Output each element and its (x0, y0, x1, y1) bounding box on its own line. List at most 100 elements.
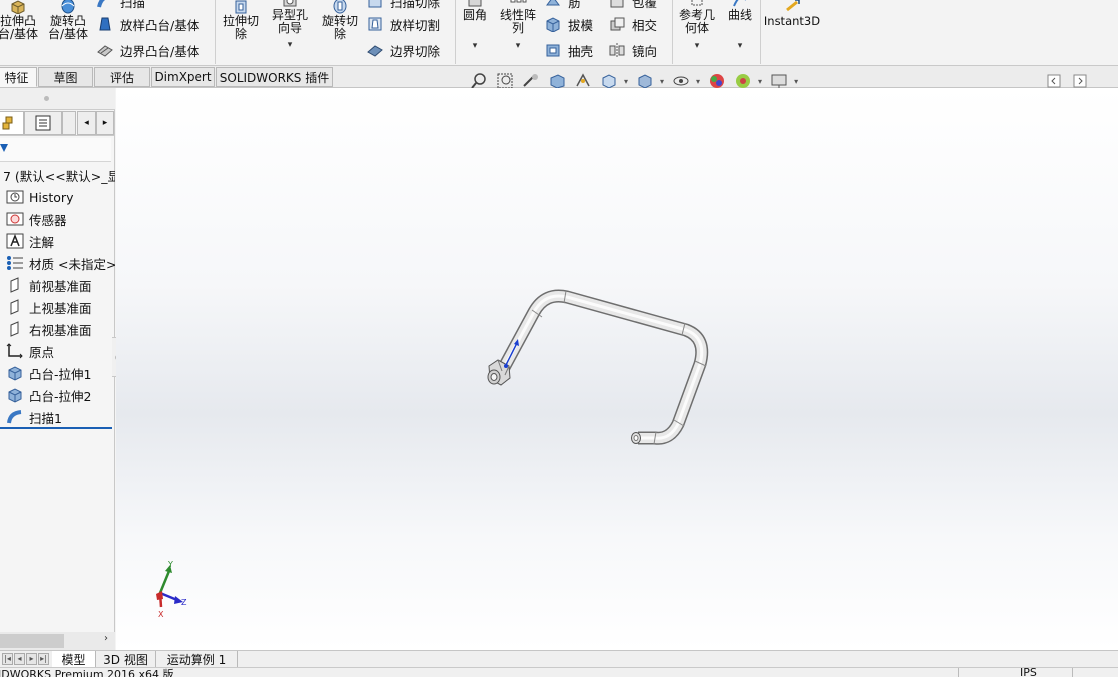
sensor-icon (6, 212, 24, 226)
tab-sketch[interactable]: 草图 (38, 67, 93, 87)
boundary-boss-label: 边界凸台/基体 (120, 43, 200, 59)
scrollbar-thumb[interactable] (0, 634, 64, 648)
tree-root-part[interactable]: 7 (默认<<默认>_显 (0, 164, 115, 186)
triad-origin (156, 591, 163, 600)
fillet-button[interactable]: 圆角 ▾ (457, 0, 493, 53)
wrap-button[interactable]: 包覆 (608, 0, 657, 11)
apply-scene-dropdown-icon[interactable]: ▾ (758, 77, 762, 86)
draft-label: 拔模 (568, 17, 594, 33)
tree-item-right-plane[interactable]: 右视基准面 (0, 318, 115, 340)
last-tab-icon[interactable]: ▸| (38, 653, 49, 665)
tree-item-history[interactable]: History (0, 186, 115, 208)
tree-item-sweep1[interactable]: 扫描1 (0, 406, 115, 428)
tab-evaluate[interactable]: 评估 (94, 67, 150, 87)
config-manager-tab[interactable] (62, 111, 76, 135)
status-units[interactable]: IPS (1020, 668, 1037, 677)
boundary-cut-button[interactable]: 边界切除 (366, 40, 440, 60)
hole-wizard-dropdown-icon[interactable]: ▾ (288, 39, 293, 52)
next-tab-icon[interactable]: ▸ (26, 653, 37, 665)
curves-button[interactable]: 曲线 ▾ (722, 0, 758, 53)
tree-item-boss-extrude1[interactable]: 凸台-拉伸1 (0, 362, 115, 384)
tab-dimxpert[interactable]: DimXpert (151, 67, 215, 87)
triad-y-axis (158, 570, 171, 594)
scroll-right-icon[interactable]: › (104, 633, 108, 644)
lofted-cut-button[interactable]: 放样切割 (366, 14, 440, 34)
status-bar: IDWORKS Premium 2016 x64 版 IPS (0, 667, 1118, 677)
sweep-button[interactable]: 扫描 (96, 0, 145, 11)
revolve-boss-button[interactable]: 旋转凸 台/基体 (44, 0, 92, 41)
intersect-button[interactable]: 相交 (608, 14, 657, 34)
filter-icon (0, 144, 8, 152)
swept-cut-button[interactable]: 扫描切除 (366, 0, 440, 11)
revolve-cut-button[interactable]: 旋转切 除 (316, 0, 364, 41)
extrude-cut-button[interactable]: 拉伸切 除 (218, 0, 264, 41)
view-orientation-dropdown-icon[interactable]: ▾ (624, 77, 628, 86)
first-tab-icon[interactable]: |◂ (2, 653, 13, 665)
linear-pattern-dropdown-icon[interactable]: ▾ (516, 40, 521, 53)
curves-icon (733, 0, 746, 7)
tabs-scroll-left-icon[interactable]: ◂ (77, 111, 96, 135)
plane-icon (10, 277, 19, 293)
tree-item-label: History (29, 189, 74, 205)
prev-tab-icon[interactable]: ◂ (14, 653, 25, 665)
ribbon-separator (215, 0, 216, 64)
mirror-button[interactable]: 镜向 (608, 40, 657, 60)
rib-button[interactable]: 筋 (544, 0, 581, 11)
curves-dropdown-icon[interactable]: ▾ (738, 40, 743, 53)
linear-pattern-button[interactable]: 线性阵 列 ▾ (495, 0, 541, 53)
hole-wizard-button[interactable]: 异型孔 向导 ▾ (266, 0, 314, 52)
fillet-dropdown-icon[interactable]: ▾ (473, 40, 478, 53)
tree-item-annotations[interactable]: 注解 (0, 230, 115, 252)
tab-motion-study[interactable]: 运动算例 1 (156, 651, 238, 667)
tree-item-boss-extrude2[interactable]: 凸台-拉伸2 (0, 384, 115, 406)
boundary-boss-icon (97, 45, 113, 57)
tree-item-label: 扫描1 (29, 410, 62, 426)
tree-filter-field[interactable] (0, 138, 111, 162)
boss-extrude-icon (8, 366, 22, 381)
wrap-icon (610, 0, 624, 8)
display-style-dropdown-icon[interactable]: ▾ (660, 77, 664, 86)
reference-geometry-dropdown-icon[interactable]: ▾ (695, 40, 700, 53)
extrude-boss-button[interactable]: 拉伸凸 台/基体 (0, 0, 40, 41)
tab-features[interactable]: 特征 (0, 67, 37, 87)
tree-item-material[interactable]: 材质 <未指定> (0, 252, 115, 274)
hide-show-dropdown-icon[interactable]: ▾ (696, 77, 700, 86)
property-manager-tab[interactable] (24, 111, 62, 135)
graphics-area[interactable]: Y Z X (116, 88, 1118, 650)
revolve-cut-icon (333, 0, 347, 14)
reference-geometry-button[interactable]: 参考几 何体 ▾ (674, 0, 720, 53)
shell-button[interactable]: 抽壳 (544, 40, 593, 60)
linear-pattern-icon (510, 0, 527, 3)
tab-3d-views[interactable]: 3D 视图 (96, 651, 156, 667)
revolve-cut-label: 旋转切 除 (321, 14, 358, 41)
revolve-boss-icon (61, 0, 75, 14)
tab-solidworks-addins[interactable]: SOLIDWORKS 插件 (216, 67, 333, 87)
curves-label: 曲线 (727, 8, 752, 22)
tabs-scroll-right-icon[interactable]: ▸ (96, 111, 114, 135)
tab-model[interactable]: 模型 (52, 651, 96, 667)
instant3d-button[interactable]: Instant3D (763, 0, 821, 28)
tree-item-sensors[interactable]: 传感器 (0, 208, 115, 230)
rollback-bar[interactable] (0, 427, 112, 429)
panel-horizontal-scrollbar[interactable]: › (0, 632, 115, 650)
draft-button[interactable]: 拔模 (544, 14, 593, 34)
loft-boss-button[interactable]: 放样凸台/基体 (96, 14, 199, 34)
model-view[interactable]: Y Z X (116, 88, 1118, 650)
tab-motion-study-label: 运动算例 1 (166, 652, 227, 667)
mirror-icon (609, 43, 625, 57)
rib-label: 筋 (568, 0, 581, 10)
tree-item-front-plane[interactable]: 前视基准面 (0, 274, 115, 296)
tree-item-label: 凸台-拉伸1 (29, 366, 92, 382)
revolve-boss-label: 旋转凸 台/基体 (47, 14, 89, 41)
view-settings-dropdown-icon[interactable]: ▾ (794, 77, 798, 86)
plane-icon (10, 321, 19, 337)
tree-item-label: 上视基准面 (29, 300, 92, 316)
tree-item-origin[interactable]: 原点 (0, 340, 115, 362)
feature-manager-tab[interactable] (0, 111, 24, 135)
extrude-boss-icon (11, 0, 25, 14)
panel-splitter[interactable] (0, 88, 115, 110)
tree-root-label: 7 (默认<<默认>_显 (3, 168, 115, 184)
tab-model-label: 模型 (61, 652, 86, 667)
boundary-boss-button[interactable]: 边界凸台/基体 (96, 40, 199, 60)
tree-item-top-plane[interactable]: 上视基准面 (0, 296, 115, 318)
